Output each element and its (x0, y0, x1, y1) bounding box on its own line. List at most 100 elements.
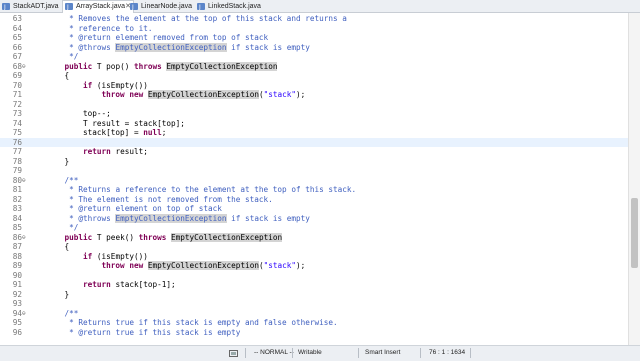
tab-linearnode[interactable]: J LinearNode.java (128, 1, 194, 12)
code-line[interactable]: 80 ⊖ /** (0, 176, 628, 186)
code-line[interactable]: 70 if (isEmpty()) (0, 81, 628, 91)
code-token: */ (69, 52, 79, 61)
code-line[interactable]: 69 { (0, 71, 628, 81)
code-line[interactable]: 89 throw new EmptyCollectionException("s… (0, 261, 628, 271)
code-text: { (46, 242, 70, 252)
tab-linkedstack[interactable]: J LinkedStack.java (195, 1, 265, 12)
line-number: 94 (12, 308, 22, 318)
line-number: 82 (12, 194, 22, 204)
scrollbar-thumb[interactable] (631, 198, 638, 268)
tab-label: StackADT.java (13, 3, 59, 10)
code-token: throws (138, 232, 167, 242)
code-line[interactable]: 79 (0, 166, 628, 176)
code-line[interactable]: 78 } (0, 157, 628, 167)
code-line[interactable]: 88 if (isEmpty()) (0, 252, 628, 262)
tab-arraystack[interactable]: J ArrayStack.java ✕ (62, 0, 134, 13)
code-token: ); (296, 90, 306, 99)
code-line[interactable]: 94 ⊖ /** (0, 309, 628, 319)
code-line[interactable]: 83 * @return element on top of stack (0, 204, 628, 214)
java-file-icon: J (130, 3, 138, 11)
code-line[interactable]: 77 return result; (0, 147, 628, 157)
code-line[interactable]: 76 (0, 137, 628, 147)
code-token: */ (69, 223, 79, 232)
line-number: 83 (12, 204, 22, 213)
code-line[interactable]: 66 * @throws EmptyCollectionException if… (0, 42, 628, 53)
code-token: ; (161, 128, 167, 137)
code-line[interactable]: 81 * Returns a reference to the element … (0, 185, 628, 195)
vertical-scrollbar[interactable] (628, 13, 640, 345)
code-line[interactable]: 87 { (0, 242, 628, 252)
code-line[interactable]: 71 throw new EmptyCollectionException("s… (0, 90, 628, 100)
fold-toggle-icon[interactable]: ⊖ (22, 309, 29, 319)
line-number: 79 (12, 166, 22, 175)
fold-toggle-icon[interactable]: ⊖ (22, 62, 29, 72)
code-line[interactable]: 72 (0, 100, 628, 110)
line-number: 71 (12, 90, 22, 99)
code-token: * @throws (69, 213, 116, 223)
editor-tab-bar: J StackADT.java J ArrayStack.java ✕ J Li… (0, 0, 640, 13)
code-text: T result = stack[top]; (46, 119, 185, 129)
code-token: } (64, 289, 70, 299)
code-token: EmptyCollectionException (147, 261, 259, 270)
code-editor[interactable]: 63 * Removes the element at the top of t… (0, 13, 628, 345)
svg-text:J: J (3, 4, 6, 10)
code-token: * Returns true if this stack is empty an… (69, 318, 338, 327)
code-token: result; (110, 147, 148, 156)
code-text: */ (46, 223, 78, 233)
code-line[interactable]: 84 * @throws EmptyCollectionException if… (0, 213, 628, 224)
code-line[interactable]: 86 ⊖ public T peek() throws EmptyCollecti… (0, 232, 628, 243)
line-number: 73 (12, 109, 22, 118)
tab-stackadt[interactable]: J StackADT.java (0, 1, 62, 12)
code-line[interactable]: 95 * Returns true if this stack is empty… (0, 318, 628, 328)
code-token: * @throws (69, 42, 116, 52)
code-text: { (46, 71, 70, 81)
code-line[interactable]: 93 (0, 299, 628, 309)
code-text: throw new EmptyCollectionException("stac… (46, 90, 305, 100)
fold-toggle-icon[interactable]: ⊖ (22, 233, 29, 243)
code-line[interactable]: 91 return stack[top-1]; (0, 280, 628, 290)
divider (245, 348, 246, 358)
code-line[interactable]: 96 * @return true if this stack is empty (0, 328, 628, 338)
code-token: stack[top-1]; (110, 280, 176, 289)
code-line[interactable]: 63 * Removes the element at the top of t… (0, 14, 628, 24)
code-line[interactable]: 68 ⊖ public T pop() throws EmptyCollectio… (0, 61, 628, 72)
fold-toggle-icon[interactable]: ⊖ (22, 176, 29, 186)
code-line[interactable]: 65 * @return element removed from top of… (0, 33, 628, 43)
code-token: null (143, 128, 162, 137)
code-token: { (64, 71, 70, 80)
divider (358, 348, 359, 358)
code-line[interactable]: 75 stack[top] = null; (0, 128, 628, 138)
code-token: (isEmpty()) (92, 251, 148, 261)
code-text: * Removes the element at the top of this… (46, 14, 347, 24)
code-line[interactable]: 73 top--; (0, 109, 628, 119)
line-number: 89 (12, 261, 22, 270)
code-line[interactable]: 85 */ (0, 223, 628, 233)
line-number: 96 (12, 327, 22, 337)
code-text: stack[top] = null; (46, 128, 166, 138)
code-token: new (129, 90, 144, 99)
code-line[interactable]: 74 T result = stack[top]; (0, 119, 628, 129)
code-text: * @throws EmptyCollectionException if st… (46, 213, 310, 224)
line-number: 69 (12, 71, 22, 80)
tab-label: ArrayStack.java (76, 3, 126, 10)
code-text: * reference to it. (46, 24, 152, 34)
code-line[interactable]: 90 (0, 271, 628, 281)
code-line[interactable]: 67 */ (0, 52, 628, 62)
code-line[interactable]: 92 } (0, 290, 628, 300)
java-file-icon: J (197, 3, 205, 11)
line-number: 84 (12, 213, 22, 223)
code-text: /** (46, 176, 79, 186)
svg-text:J: J (198, 4, 201, 10)
code-token: throw (101, 90, 125, 99)
code-line[interactable]: 64 * reference to it. (0, 24, 628, 34)
code-line[interactable]: 82 * The element is not removed from the… (0, 195, 628, 205)
